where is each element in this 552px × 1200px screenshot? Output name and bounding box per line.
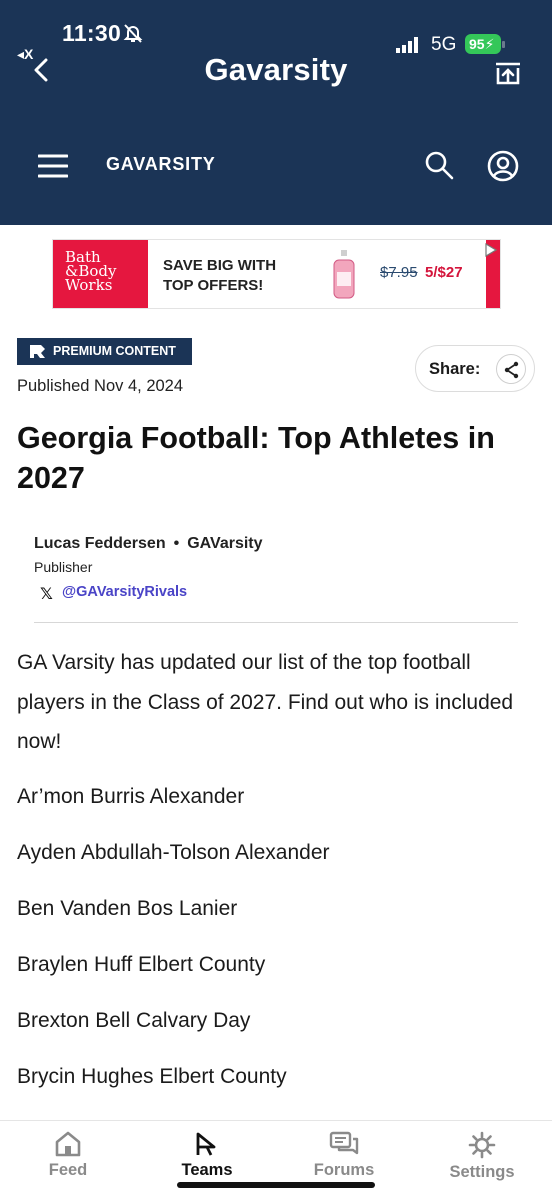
list-item: Ar’mon Burris Alexander: [17, 785, 245, 808]
published-date: Published Nov 4, 2024: [17, 377, 184, 395]
chat-icon: [329, 1131, 359, 1155]
share-button[interactable]: Share:: [415, 345, 535, 392]
player-list: Ar’mon Burris Alexander Ayden Abdullah-T…: [17, 780, 330, 1116]
divider: [34, 622, 518, 623]
home-indicator: [177, 1182, 375, 1188]
gear-icon: [468, 1131, 496, 1159]
app-header: 11:30 ◂X 5G 95⚡ Gavarsity GAVARSITY: [0, 0, 552, 225]
ad-new-price: 5/$27: [425, 264, 463, 281]
ad-headline: SAVE BIG WITH TOP OFFERS!: [163, 257, 277, 294]
list-item: Ayden Abdullah-Tolson Alexander: [17, 841, 330, 864]
search-icon[interactable]: [424, 150, 454, 185]
ad-brand-logo: Bath &Body Works: [53, 240, 148, 308]
bell-muted-icon: [122, 22, 144, 49]
site-brand[interactable]: GAVARSITY: [106, 154, 216, 175]
author-name[interactable]: Lucas Feddersen: [34, 535, 166, 552]
signal-icon: [396, 37, 418, 53]
list-item: Brycin Hughes Elbert County: [17, 1065, 287, 1088]
author-outlet[interactable]: GAVarsity: [187, 535, 262, 552]
flag-icon: [196, 1132, 216, 1156]
open-external-icon[interactable]: [494, 60, 522, 91]
ad-choices-icon[interactable]: [483, 242, 499, 258]
menu-icon[interactable]: [37, 154, 69, 183]
list-item: Ben Vanden Bos Lanier: [17, 897, 238, 920]
status-time: 11:30: [62, 20, 122, 46]
battery-level: 95: [469, 36, 485, 52]
rivals-logo-icon: [30, 345, 45, 358]
x-logo-icon: 𝕏: [40, 586, 53, 603]
tab-feed[interactable]: Feed: [13, 1131, 123, 1180]
advertisement-banner[interactable]: Bath &Body Works SAVE BIG WITH TOP OFFERS! …: [52, 239, 501, 309]
tab-forums[interactable]: Forums: [289, 1131, 399, 1180]
author-byline: Lucas Feddersen • GAVarsity: [34, 535, 263, 552]
list-item: Braylen Huff Elbert County: [17, 953, 266, 976]
battery-indicator: 95⚡: [465, 34, 505, 54]
article-intro: GA Varsity has updated our list of the t…: [17, 651, 514, 753]
app-title: Gavarsity: [204, 52, 348, 87]
bottom-tab-bar: Feed Teams Forums Settings: [0, 1120, 552, 1200]
account-icon[interactable]: [486, 149, 520, 188]
share-icon: [496, 354, 526, 384]
ad-old-price: $7.95: [380, 264, 418, 281]
author-role: Publisher: [34, 559, 93, 575]
share-label: Share:: [429, 360, 481, 378]
home-icon: [55, 1131, 81, 1157]
author-social-handle[interactable]: @GAVarsityRivals: [62, 584, 187, 600]
soap-bottle-icon: [333, 250, 355, 299]
premium-content-badge: PREMIUM CONTENT: [17, 338, 192, 365]
tab-settings[interactable]: Settings: [427, 1131, 537, 1182]
list-item: Brexton Bell Calvary Day: [17, 1009, 251, 1032]
tab-teams[interactable]: Teams: [152, 1131, 262, 1180]
article-title: Georgia Football: Top Athletes in 2027: [17, 421, 495, 495]
